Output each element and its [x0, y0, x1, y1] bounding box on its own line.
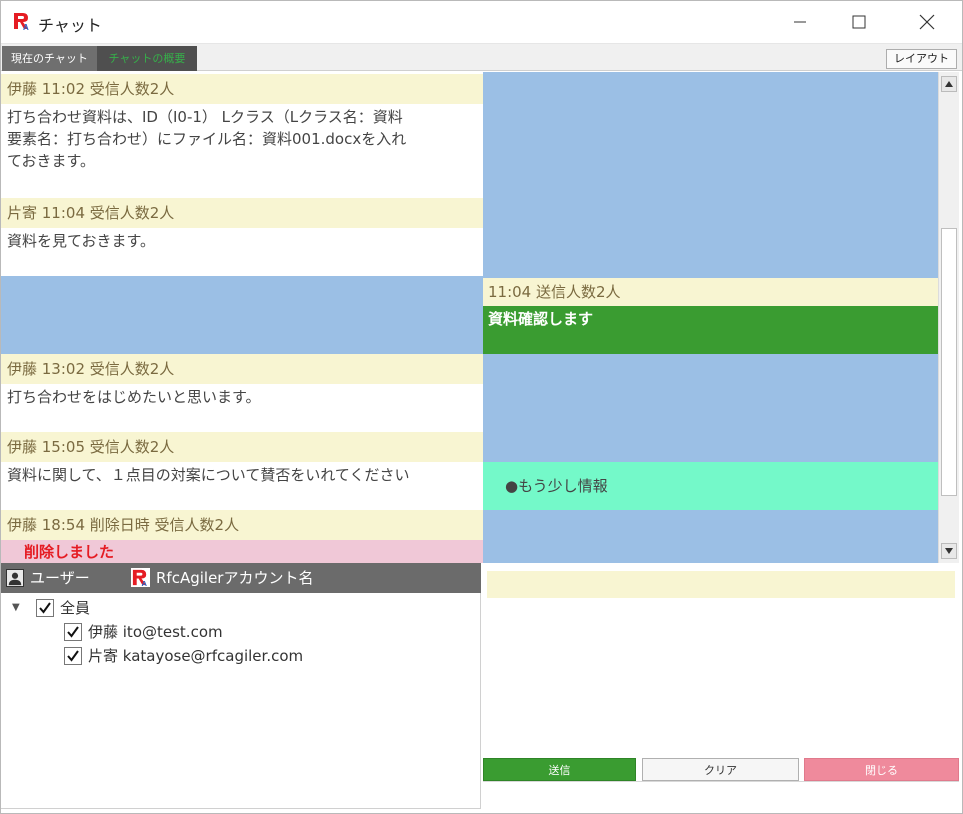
sent-messages-column: 11:04 送信人数2人 資料確認します ●もう少し情報 [483, 72, 938, 563]
users-header-label: ユーザー [30, 569, 90, 587]
message-input[interactable] [487, 571, 955, 598]
user-icon [6, 569, 24, 587]
member-label: 片寄 katayose@rfcagiler.com [88, 647, 304, 665]
scroll-up-icon [945, 81, 953, 87]
maximize-button[interactable] [829, 0, 889, 44]
users-panel: ユーザー A RfcAgilerアカウント名 ▼ 全員 伊藤 ito@test.… [0, 563, 481, 809]
checkbox-member[interactable] [64, 647, 82, 665]
layout-button[interactable]: レイアウト [886, 49, 957, 69]
window-title: チャット [38, 16, 102, 35]
minimize-icon [794, 21, 806, 23]
sent-message-header: 11:04 送信人数2人 [483, 278, 938, 306]
close-button[interactable]: 閉じる [804, 758, 959, 781]
close-window-button[interactable] [897, 0, 957, 44]
svg-text:A: A [141, 579, 147, 587]
checkmark-icon [67, 626, 79, 638]
scroll-down-icon [945, 548, 953, 554]
chat-gap [0, 276, 483, 354]
message-header: 片寄 11:04 受信人数2人 [0, 198, 483, 228]
clear-button[interactable]: クリア [642, 758, 799, 781]
checkmark-icon [39, 602, 51, 614]
message-header: 伊藤 15:05 受信人数2人 [0, 432, 483, 462]
svg-text:A: A [23, 23, 29, 31]
app-logo-icon: A [12, 11, 32, 31]
status-area [483, 781, 959, 809]
message-body: 打ち合わせ資料は、ID（I0-1） Lクラス（Lクラス名：資料 要素名：打ち合わ… [0, 104, 483, 198]
scroll-up-button[interactable] [941, 76, 957, 92]
checkmark-icon [67, 650, 79, 662]
title-bar: A チャット [0, 0, 963, 44]
minimize-button[interactable] [770, 0, 830, 44]
message-header: 伊藤 18:54 削除日時 受信人数2人 [0, 510, 483, 540]
message-body: 資料に関して、１点目の対案について賛否をいれてください [0, 462, 483, 510]
message-header: 伊藤 13:02 受信人数2人 [0, 354, 483, 384]
expand-arrow-icon[interactable]: ▼ [12, 596, 26, 620]
users-header: ユーザー A RfcAgilerアカウント名 [0, 563, 481, 593]
maximize-icon [852, 15, 866, 29]
message-body: 打ち合わせをはじめたいと思います。 [0, 384, 483, 432]
rfcagiler-logo-icon: A [131, 568, 150, 587]
member-label: 伊藤 ito@test.com [88, 623, 223, 641]
chat-scrollbar[interactable] [938, 72, 959, 563]
all-label: 全員 [60, 599, 91, 617]
deleted-message: 削除しました [0, 540, 483, 563]
sent-message-body: 資料確認します [483, 306, 938, 354]
tree-row-member[interactable]: 伊藤 ito@test.com [64, 620, 223, 644]
tab-bar: 現在のチャット チャットの概要 レイアウト [0, 44, 963, 71]
scroll-down-button[interactable] [941, 543, 957, 559]
checkbox-all[interactable] [36, 599, 54, 617]
tree-row-member[interactable]: 片寄 katayose@rfcagiler.com [64, 644, 303, 668]
message-body: 資料を見ておきます。 [0, 228, 483, 276]
more-info-link[interactable]: ●もう少し情報 [483, 462, 938, 510]
tab-current-chat[interactable]: 現在のチャット [2, 46, 97, 71]
scrollbar-thumb[interactable] [941, 228, 957, 496]
tab-chat-overview[interactable]: チャットの概要 [97, 46, 197, 71]
received-messages-column: 伊藤 11:02 受信人数2人 打ち合わせ資料は、ID（I0-1） Lクラス（L… [0, 72, 483, 563]
send-button[interactable]: 送信 [483, 758, 636, 781]
account-header-label: RfcAgilerアカウント名 [156, 569, 314, 587]
message-input-panel: 送信 クリア 閉じる [483, 563, 959, 809]
tree-row-all[interactable]: ▼ 全員 [12, 596, 90, 620]
message-header: 伊藤 11:02 受信人数2人 [0, 74, 483, 104]
close-icon [919, 14, 935, 30]
checkbox-member[interactable] [64, 623, 82, 641]
